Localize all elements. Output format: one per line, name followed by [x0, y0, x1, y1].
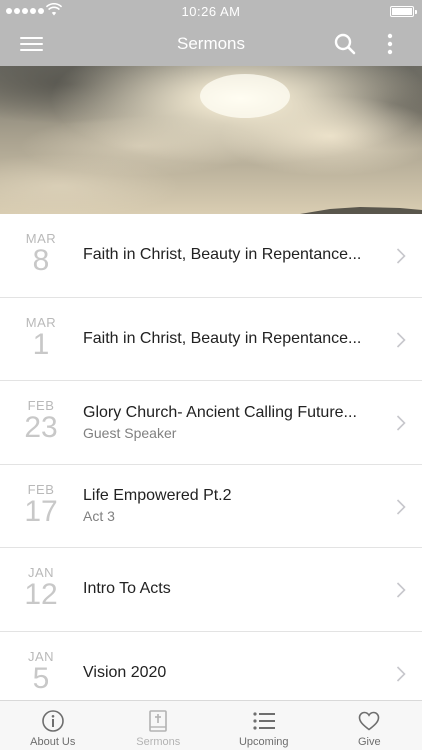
hero-image — [0, 66, 422, 214]
sermon-row[interactable]: FEB 17 Life Empowered Pt.2 Act 3 — [0, 464, 422, 548]
more-vertical-icon[interactable] — [380, 32, 400, 56]
sermon-row[interactable]: MAR 1 Faith in Christ, Beauty in Repenta… — [0, 297, 422, 381]
sermon-title: Life Empowered Pt.2 — [83, 487, 232, 505]
sermon-date: JAN 5 — [12, 649, 70, 695]
sermon-date: FEB 23 — [12, 399, 70, 443]
sermon-day: 17 — [24, 494, 58, 528]
sermon-speaker: Guest Speaker — [83, 424, 177, 441]
battery-icon — [390, 6, 417, 17]
list-icon — [253, 712, 275, 730]
status-bar: 10:26 AM — [0, 0, 422, 22]
tab-bar: About Us Sermons Upcoming Give — [0, 700, 422, 750]
chevron-right-icon — [396, 415, 406, 431]
tab-sermons[interactable]: Sermons — [106, 701, 212, 750]
chevron-right-icon — [396, 582, 406, 598]
chevron-right-icon — [396, 665, 406, 682]
sermon-day: 5 — [32, 661, 50, 695]
tab-about-us[interactable]: About Us — [0, 701, 106, 750]
sermon-day: 23 — [24, 411, 58, 444]
chevron-right-icon — [396, 498, 406, 515]
sermon-day: 1 — [32, 327, 50, 361]
sermon-title: Vision 2020 — [83, 663, 167, 681]
search-icon[interactable] — [333, 32, 357, 56]
chevron-right-icon — [396, 331, 406, 348]
sermon-title: Glory Church- Ancient Calling Future... — [83, 403, 357, 421]
sermon-day: 8 — [32, 244, 50, 277]
sermon-date: MAR 1 — [12, 315, 70, 361]
sermon-title: Intro To Acts — [83, 580, 171, 598]
tab-label: Upcoming — [238, 736, 289, 748]
sermon-day: 12 — [24, 578, 58, 611]
tab-label: Sermons — [136, 736, 181, 748]
sermon-row[interactable]: JAN 12 Intro To Acts — [0, 548, 422, 632]
sermon-row[interactable]: FEB 23 Glory Church- Ancient Calling Fut… — [0, 381, 422, 465]
page-title: Sermons — [176, 34, 246, 53]
sermon-date: FEB 17 — [12, 482, 70, 528]
bible-icon — [149, 710, 168, 732]
chevron-right-icon — [396, 248, 406, 264]
tab-upcoming[interactable]: Upcoming — [211, 701, 317, 750]
sermon-subtitle: Act 3 — [83, 508, 115, 525]
sermon-date: JAN 12 — [12, 566, 70, 610]
tab-give[interactable]: Give — [317, 701, 422, 750]
tab-label: About Us — [30, 736, 76, 748]
sermon-list: MAR 8 Faith in Christ, Beauty in Repenta… — [0, 214, 422, 700]
sermon-row[interactable]: MAR 8 Faith in Christ, Beauty in Repenta… — [0, 214, 422, 298]
nav-bar: Sermons — [0, 22, 422, 66]
info-icon — [41, 710, 64, 732]
tab-label: Give — [357, 736, 381, 748]
heart-icon — [358, 711, 380, 731]
sermon-row[interactable]: JAN 5 Vision 2020 — [0, 631, 422, 700]
sermon-date: MAR 8 — [12, 232, 70, 276]
sermon-title: Faith in Christ, Beauty in Repentance... — [83, 329, 362, 347]
sermon-title: Faith in Christ, Beauty in Repentance... — [83, 246, 362, 264]
status-time: 10:26 AM — [181, 4, 241, 19]
